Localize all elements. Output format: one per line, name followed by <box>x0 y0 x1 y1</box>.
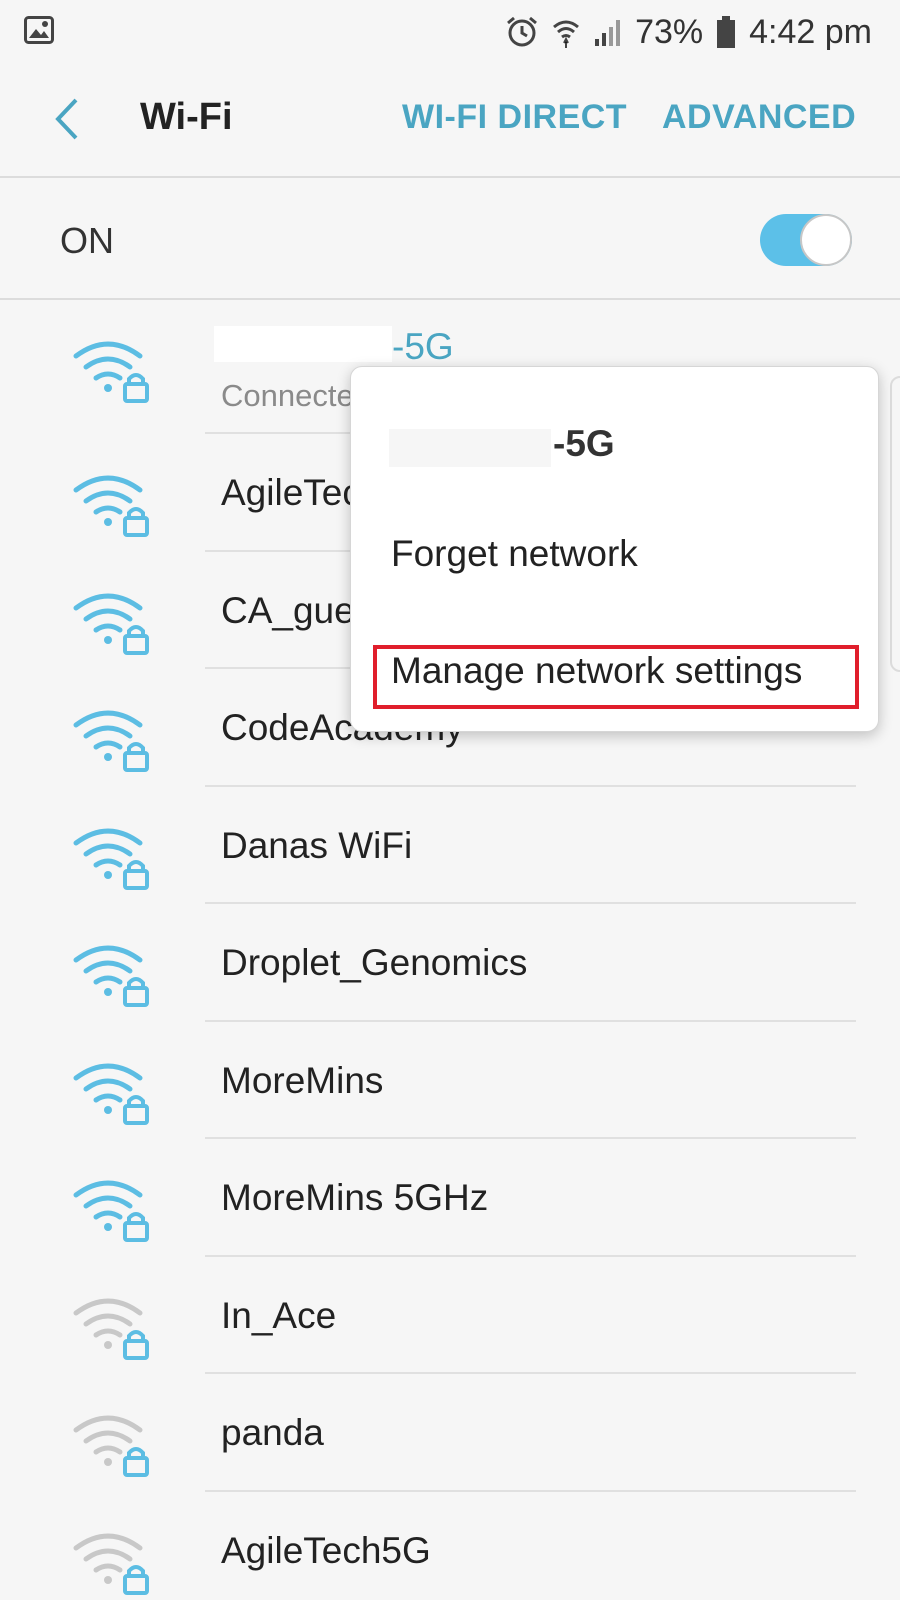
battery-percent: 73% <box>635 12 704 51</box>
network-item[interactable]: Droplet_Genomics <box>0 904 900 1022</box>
wifi-lock-icon <box>73 1063 149 1125</box>
wifi-lock-icon <box>73 828 149 890</box>
underlying-panel-edge <box>890 376 900 672</box>
redacted-ssid <box>389 429 551 467</box>
context-menu-title: -5G <box>553 423 615 464</box>
network-status: Connected <box>221 378 371 413</box>
wifi-lock-icon <box>73 1298 149 1360</box>
battery-icon <box>717 16 736 48</box>
network-item[interactable]: MoreMins 5GHz <box>0 1139 900 1257</box>
wifi-lock-icon <box>73 945 149 1007</box>
wifi-lock-icon <box>73 1415 149 1477</box>
wifi-toggle-row[interactable]: ON <box>0 180 900 300</box>
alarm-icon <box>507 16 538 47</box>
network-name: In_Ace <box>221 1294 337 1336</box>
network-item[interactable]: panda <box>0 1374 900 1492</box>
network-name: MoreMins <box>221 1059 384 1101</box>
network-name: panda <box>221 1412 324 1453</box>
wifi-lock-icon <box>73 341 149 403</box>
signal-icon <box>595 20 621 46</box>
network-name: -5G <box>392 326 454 367</box>
network-name: AgileTech5G <box>221 1529 431 1571</box>
clock: 4:42 pm <box>749 12 872 51</box>
network-item[interactable]: AgileTech5G <box>0 1492 900 1600</box>
advanced-button[interactable]: ADVANCED <box>662 98 856 137</box>
network-name: Droplet_Genomics <box>221 942 528 983</box>
wifi-lock-icon <box>73 593 149 655</box>
manage-network-settings-button[interactable]: Manage network settings <box>391 650 802 692</box>
wifi-lock-icon <box>73 1533 149 1595</box>
network-item[interactable]: MoreMins <box>0 1022 900 1139</box>
back-arrow-icon[interactable] <box>48 94 88 144</box>
wifi-lock-icon <box>73 475 149 537</box>
wifi-icon <box>553 20 580 48</box>
network-item[interactable]: Danas WiFi <box>0 787 900 904</box>
status-icons: 73% 4:42 pm <box>505 10 872 54</box>
network-name: Danas WiFi <box>221 824 413 866</box>
forget-network-button[interactable]: Forget network <box>391 533 638 575</box>
page-title: Wi-Fi <box>140 96 233 138</box>
wifi-direct-button[interactable]: WI-FI DIRECT <box>402 98 627 137</box>
redacted-ssid <box>214 326 392 362</box>
wifi-toggle[interactable] <box>760 214 852 266</box>
app-bar: Wi-Fi WI-FI DIRECT ADVANCED <box>0 64 900 178</box>
wifi-lock-icon <box>73 710 149 772</box>
gallery-icon <box>24 16 54 44</box>
wifi-lock-icon <box>73 1180 149 1242</box>
network-item[interactable]: In_Ace <box>0 1257 900 1374</box>
network-context-menu: -5G Forget network Manage network settin… <box>350 366 879 732</box>
status-bar: 73% 4:42 pm <box>0 0 900 64</box>
network-name: MoreMins 5GHz <box>221 1177 489 1218</box>
toggle-knob <box>800 214 852 266</box>
wifi-toggle-label: ON <box>60 220 114 261</box>
